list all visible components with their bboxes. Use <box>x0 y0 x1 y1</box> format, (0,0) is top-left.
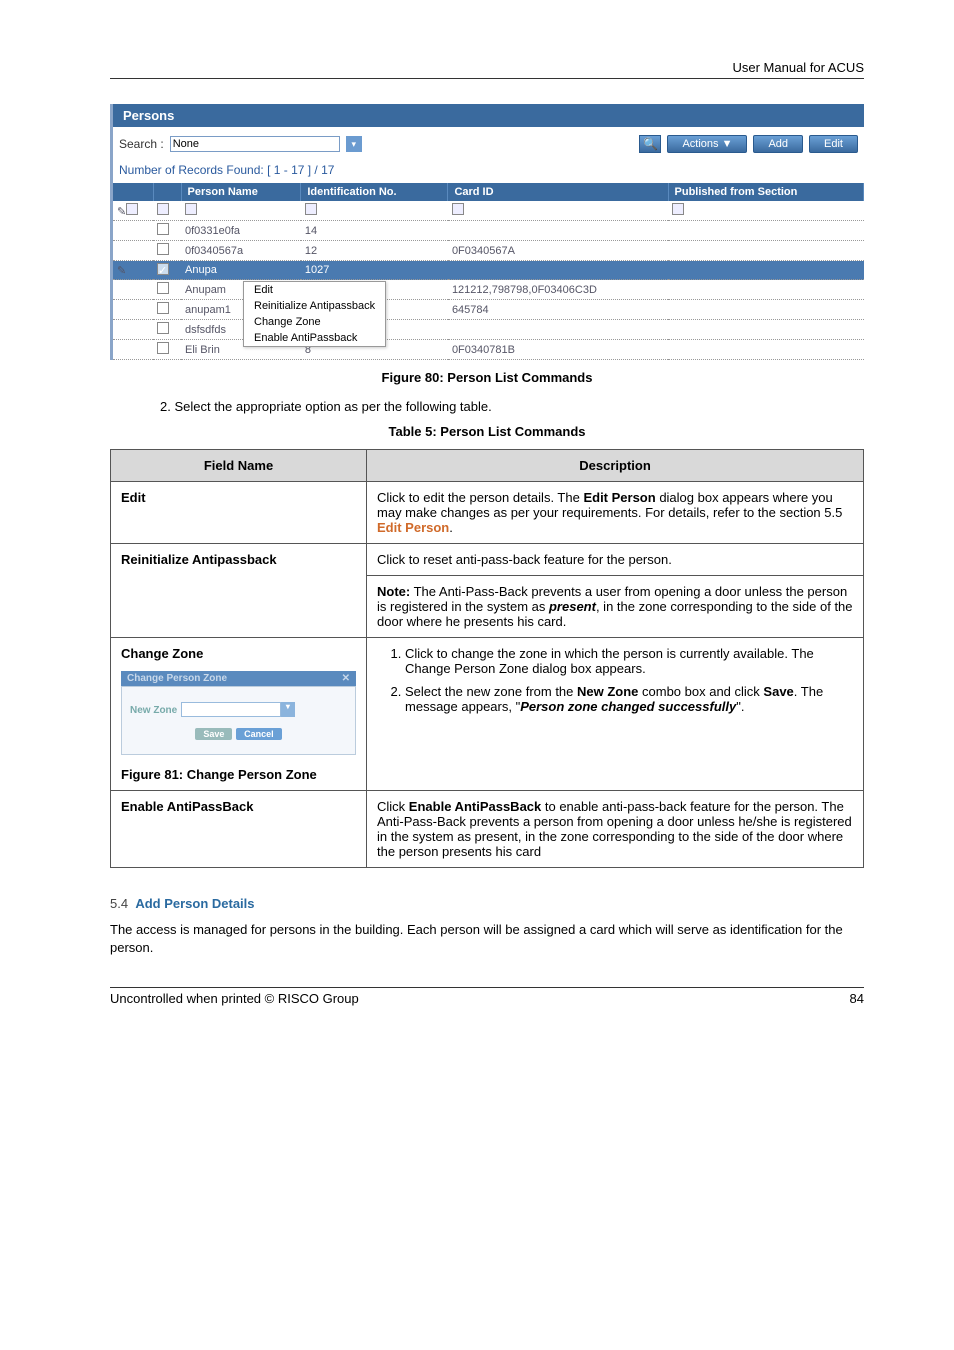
row-checkbox[interactable] <box>157 243 169 255</box>
table-row[interactable]: 0f0340567a120F0340567A <box>113 241 864 261</box>
dialog-title: Change Person Zone <box>127 673 227 684</box>
add-button[interactable]: Add <box>753 135 803 153</box>
link-edit-person[interactable]: Edit Person <box>377 520 449 535</box>
section-5-4-heading: 5.4 Add Person Details <box>110 896 864 911</box>
ctx-change-zone[interactable]: Change Zone <box>244 314 385 330</box>
row-checkbox[interactable] <box>157 302 169 314</box>
table-row[interactable]: Eli Brin80F0340781B <box>113 340 864 360</box>
footer-left: Uncontrolled when printed © RISCO Group <box>110 991 359 1006</box>
page-header: User Manual for ACUS <box>110 60 864 79</box>
chevron-down-icon[interactable]: ▾ <box>281 702 295 717</box>
row-checkbox[interactable] <box>157 322 169 334</box>
row-checkbox[interactable] <box>157 282 169 294</box>
context-menu: Edit Reinitialize Antipassback Change Zo… <box>243 281 386 347</box>
table-row-selected[interactable]: ✎ ✓ Anupa1027 <box>113 261 864 280</box>
row-change-zone: Change Zone Change Person Zone ✕ New Zon… <box>111 638 864 791</box>
row-checkbox[interactable]: ✓ <box>157 263 169 275</box>
th-description: Description <box>367 450 864 482</box>
new-zone-label: New Zone <box>130 705 177 716</box>
search-dropdown-arrow[interactable]: ▾ <box>346 136 362 152</box>
table-filter-row: ✎ <box>113 201 864 221</box>
cancel-button[interactable]: Cancel <box>236 728 282 740</box>
filter-icon[interactable] <box>452 203 464 215</box>
table-row[interactable]: 0f0331e0fa14 <box>113 221 864 241</box>
figure-81-caption: Figure 81: Change Person Zone <box>121 767 356 782</box>
ctx-reinitialize[interactable]: Reinitialize Antipassback <box>244 298 385 314</box>
col-ident-no[interactable]: Identification No. <box>301 183 448 201</box>
filter-icon[interactable] <box>157 203 169 215</box>
section-5-4-body: The access is managed for persons in the… <box>110 921 864 957</box>
change-person-zone-dialog: Change Person Zone ✕ New Zone ▾ Save Can… <box>121 671 356 755</box>
table-row[interactable]: dsfsdfds1338 <box>113 320 864 340</box>
persons-panel: Persons Search : None ▾ 🔍 Actions ▼ Add … <box>110 104 864 360</box>
th-field-name: Field Name <box>111 450 367 482</box>
search-label: Search : <box>119 137 164 151</box>
row-enable-apb: Enable AntiPassBack Click Enable AntiPas… <box>111 791 864 868</box>
search-row: Search : None ▾ 🔍 Actions ▼ Add Edit <box>113 127 864 161</box>
row-checkbox[interactable] <box>157 223 169 235</box>
new-zone-select[interactable] <box>181 702 281 717</box>
filter-icon[interactable] <box>672 203 684 215</box>
table-row[interactable]: anupam11021645784 <box>113 300 864 320</box>
edit-button[interactable]: Edit <box>809 135 858 153</box>
filter-icon[interactable] <box>305 203 317 215</box>
records-found: Number of Records Found: [ 1 - 17 ] / 17 <box>113 161 864 183</box>
edit-icon[interactable]: ✎ <box>117 265 126 277</box>
change-zone-step-2: Select the new zone from the New Zone co… <box>405 684 853 714</box>
row-checkbox[interactable] <box>157 342 169 354</box>
actions-button[interactable]: Actions ▼ <box>667 135 747 153</box>
page-number: 84 <box>850 991 864 1006</box>
table-row[interactable]: Anupam9121212,798798,0F03406C3D <box>113 280 864 300</box>
ctx-enable-apb[interactable]: Enable AntiPassback <box>244 330 385 346</box>
figure-80-caption: Figure 80: Person List Commands <box>110 370 864 385</box>
persons-title: Persons <box>113 104 864 127</box>
save-button[interactable]: Save <box>195 728 232 740</box>
commands-table: Field Name Description Edit Click to edi… <box>110 449 864 868</box>
search-select[interactable]: None <box>170 136 340 152</box>
row-reinit: Reinitialize Antipassback Click to reset… <box>111 544 864 576</box>
col-card-id[interactable]: Card ID <box>448 183 668 201</box>
close-icon[interactable]: ✕ <box>342 673 350 684</box>
page-footer: Uncontrolled when printed © RISCO Group … <box>110 987 864 1006</box>
change-zone-step-1: Click to change the zone in which the pe… <box>405 646 853 676</box>
table-5-caption: Table 5: Person List Commands <box>110 424 864 439</box>
filter-icon[interactable] <box>185 203 197 215</box>
persons-table: Person Name Identification No. Card ID P… <box>113 183 864 360</box>
col-person-name[interactable]: Person Name <box>181 183 301 201</box>
edit-icon[interactable]: ✎ <box>117 206 126 218</box>
filter-icon[interactable] <box>126 203 138 215</box>
row-edit: Edit Click to edit the person details. T… <box>111 482 864 544</box>
search-icon[interactable]: 🔍 <box>639 135 661 153</box>
step-2: 2. Select the appropriate option as per … <box>160 399 864 414</box>
ctx-edit[interactable]: Edit <box>244 282 385 298</box>
col-published[interactable]: Published from Section <box>668 183 863 201</box>
